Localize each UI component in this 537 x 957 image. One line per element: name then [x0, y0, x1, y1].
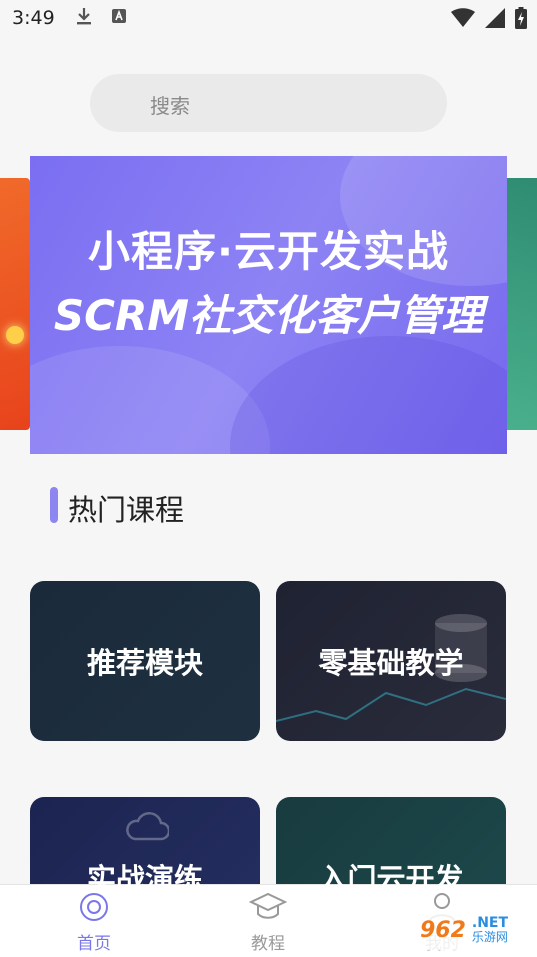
signal-icon: [485, 8, 505, 33]
tab-tutorial[interactable]: 教程: [223, 891, 313, 954]
banner-decoration: [230, 336, 507, 454]
tab-home-label: 首页: [77, 934, 111, 954]
watermark-number: 962: [419, 917, 466, 943]
chart-line-decoration: [276, 687, 506, 722]
status-bar: 3:49: [0, 0, 537, 36]
course-card[interactable]: 零基础教学: [276, 581, 506, 741]
battery-charging-icon: [515, 7, 527, 34]
carousel-prev-slide[interactable]: [0, 178, 30, 430]
tab-tutorial-label: 教程: [251, 934, 285, 954]
search-placeholder: 搜索: [150, 94, 190, 118]
banner-title: 小程序·云开发实战: [88, 227, 449, 276]
course-card-label: 零基础教学: [318, 646, 464, 680]
course-card-label: 入门云开发: [318, 862, 464, 896]
course-card-label: 推荐模块: [86, 646, 203, 680]
watermark-net: .NET: [471, 914, 509, 931]
wifi-icon: [451, 8, 475, 33]
banner-slide[interactable]: 小程序·云开发实战 SCRM社交化客户管理: [30, 156, 507, 454]
course-card[interactable]: 推荐模块: [30, 581, 260, 741]
carousel-next-slide[interactable]: [507, 178, 537, 430]
watermark-cn: 乐游网: [471, 930, 508, 945]
graduation-cap-icon: [248, 892, 288, 927]
section-accent-bar: [50, 487, 58, 523]
section-title: 热门课程: [68, 493, 185, 527]
status-time: 3:49: [12, 7, 55, 29]
keyboard-a-icon: [111, 7, 127, 29]
search-input[interactable]: 搜索: [90, 74, 447, 132]
download-icon: [75, 6, 93, 31]
cloud-icon: [126, 812, 169, 841]
tab-home[interactable]: 首页: [49, 891, 139, 954]
site-watermark: 962 .NET 乐游网: [398, 910, 530, 950]
course-card-label: 实战演练: [86, 862, 203, 896]
banner-subtitle: SCRM社交化客户管理: [53, 291, 484, 340]
home-icon: [78, 893, 110, 927]
decoration-spark: [6, 326, 24, 344]
